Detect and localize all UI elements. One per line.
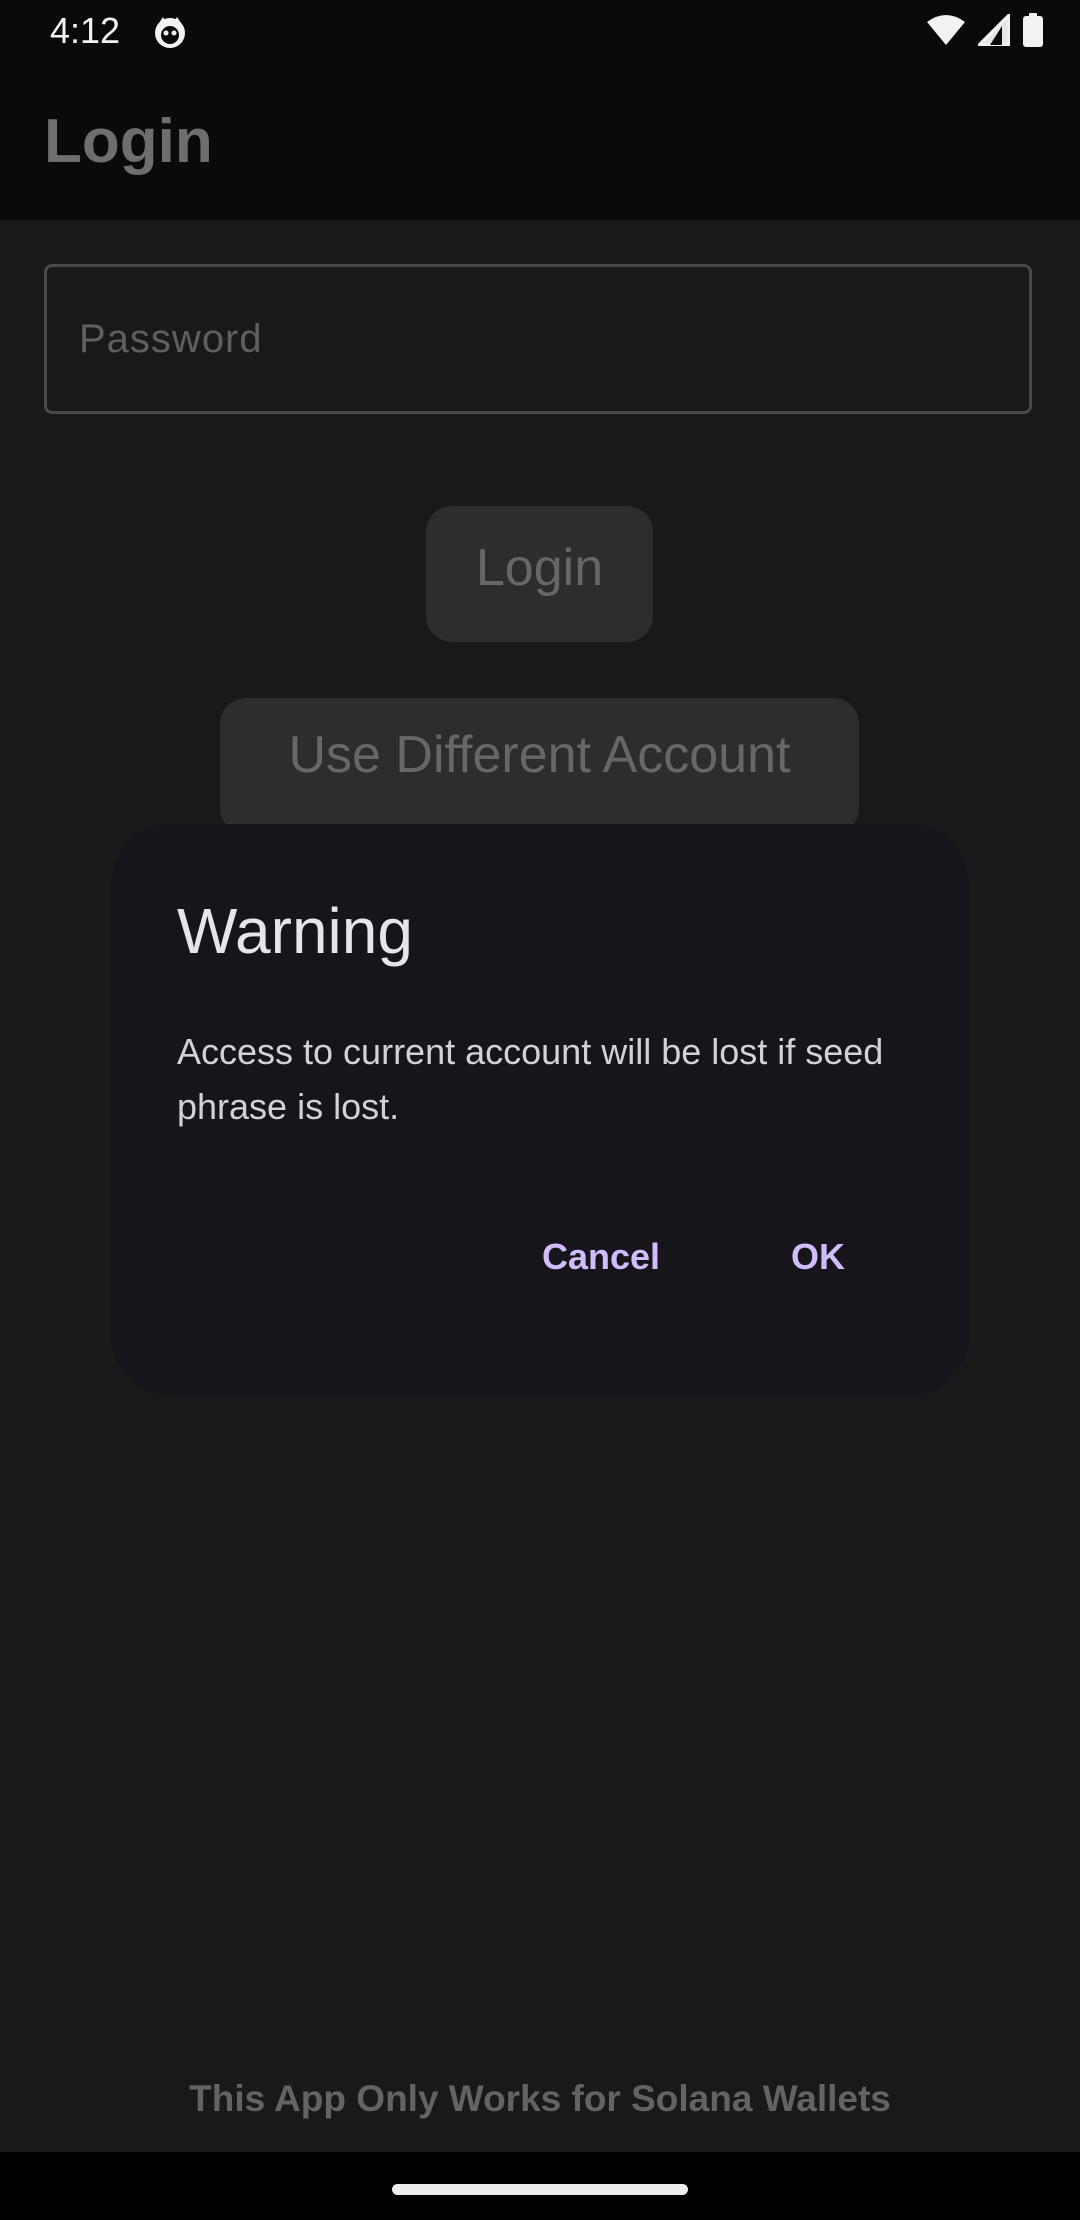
home-gesture-handle[interactable] [392,2184,688,2195]
footer-note: This App Only Works for Solana Wallets [189,2078,891,2119]
status-bar: 4:12 [0,0,1080,64]
dialog-title: Warning [177,895,413,967]
login-button[interactable]: Login [426,506,653,642]
app-bar: Login [0,64,1080,220]
cancel-button[interactable]: Cancel [542,1236,660,1278]
use-different-account-button[interactable]: Use Different Account [220,698,859,834]
warning-dialog: Warning Access to current account will b… [111,824,969,1396]
password-placeholder: Password [79,317,263,361]
cellular-signal-icon [977,13,1011,51]
navigation-bar [0,2152,1080,2220]
ok-button[interactable]: OK [791,1236,845,1278]
wifi-icon [926,14,966,51]
battery-icon [1022,12,1044,52]
status-icons [926,12,1044,52]
page-title: Login [44,107,213,176]
dialog-message: Access to current account will be lost i… [177,1031,884,1127]
password-field[interactable]: Password [44,264,1032,414]
status-time: 4:12 [50,10,121,51]
cat-app-icon [153,15,187,49]
login-button-label: Login [475,539,604,597]
use-different-account-label: Use Different Account [288,726,791,784]
